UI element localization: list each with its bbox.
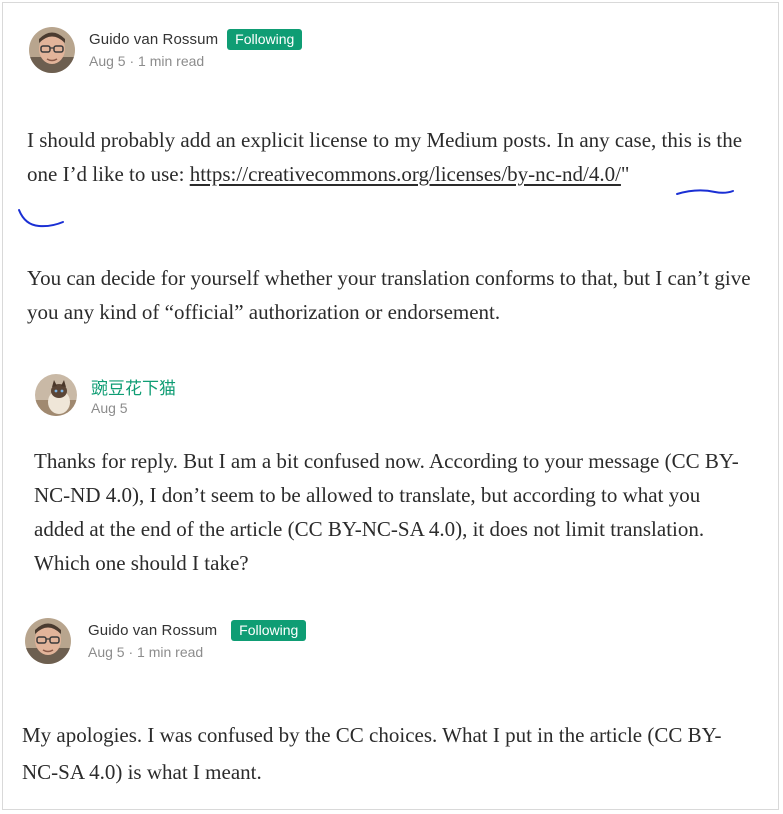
read-time: 1 min read (138, 53, 205, 69)
reply-avatar[interactable] (35, 374, 77, 416)
reply-date[interactable]: Aug 5 (91, 400, 176, 416)
person-portrait-icon (29, 27, 75, 73)
comment-thread: Guido van Rossum Following Aug 5 · 1 min… (2, 2, 779, 810)
post-header: Guido van Rossum Following Aug 5 · 1 min… (29, 27, 303, 73)
post-paragraph-1: I should probably add an explicit licens… (27, 123, 757, 191)
response-text: My apologies. I was confused by the CC c… (22, 723, 722, 784)
cat-photo-icon (35, 374, 77, 416)
response-author-name[interactable]: Guido van Rossum (88, 622, 217, 639)
author-avatar[interactable] (29, 27, 75, 73)
response-following-button[interactable]: Following (231, 619, 307, 641)
response-author-avatar[interactable] (25, 618, 71, 664)
reply-header: 豌豆花下猫 Aug 5 (35, 374, 176, 416)
post-paragraph-1-end: " (620, 162, 630, 186)
response-header: Guido van Rossum Following Aug 5 · 1 min… (25, 618, 307, 664)
reply-text: Thanks for reply. But I am a bit confuse… (34, 449, 739, 575)
license-link[interactable]: https://creativecommons.org/licenses/by-… (190, 162, 621, 186)
response-date[interactable]: Aug 5 (88, 644, 125, 660)
post-meta: Aug 5 · 1 min read (89, 53, 302, 69)
response-meta: Aug 5 · 1 min read (88, 644, 306, 660)
meta-separator: · (124, 644, 138, 660)
post-date[interactable]: Aug 5 (89, 53, 126, 69)
reply-author-name[interactable]: 豌豆花下猫 (91, 374, 176, 399)
following-button[interactable]: Following (227, 28, 303, 50)
response-read-time: 1 min read (137, 644, 204, 660)
handwritten-underline-marks (18, 189, 734, 228)
meta-separator: · (125, 53, 139, 69)
post-paragraph-2: You can decide for yourself whether your… (27, 266, 751, 324)
person-portrait-icon (25, 618, 71, 664)
author-name[interactable]: Guido van Rossum (89, 31, 218, 48)
